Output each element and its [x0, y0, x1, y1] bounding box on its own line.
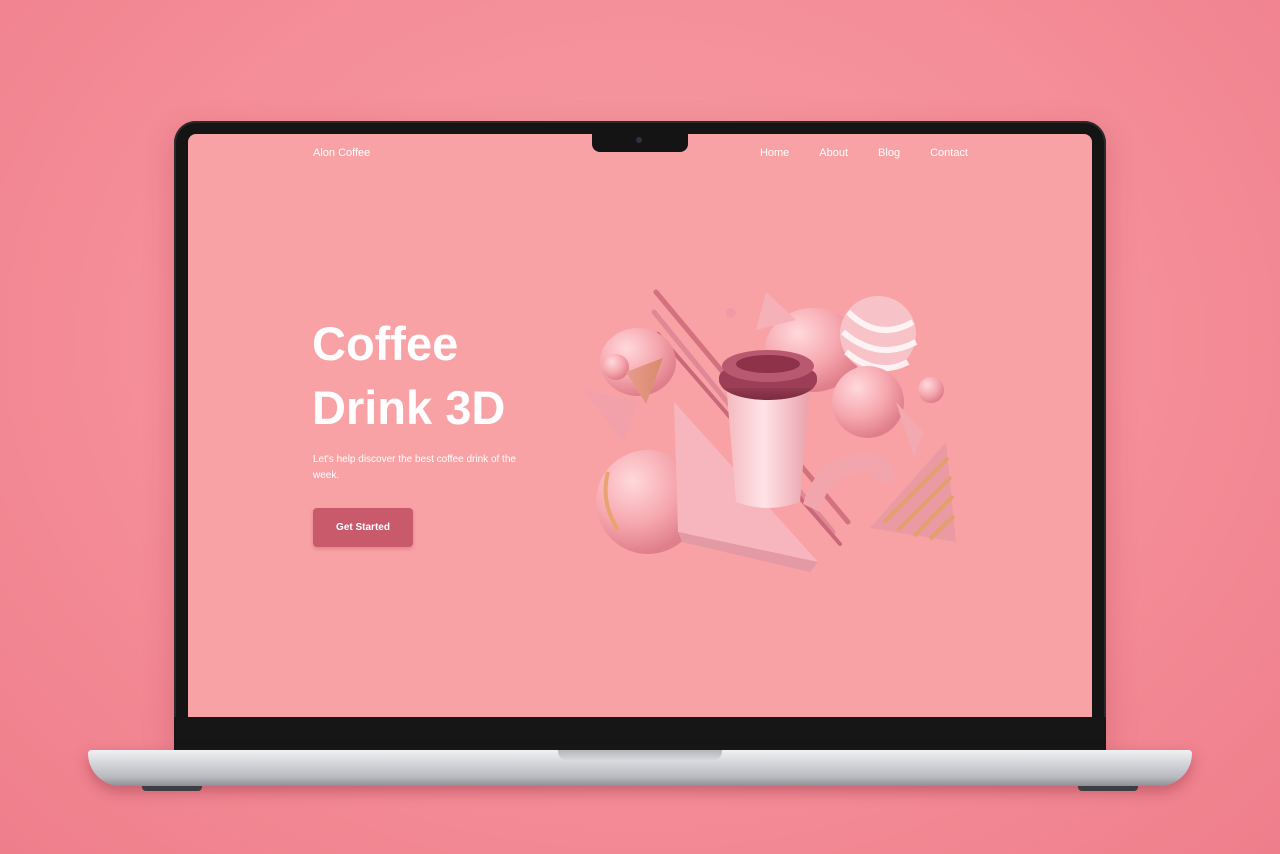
laptop-notch [592, 134, 688, 152]
hero-title: Coffee Drink 3D [312, 312, 572, 440]
site-brand[interactable]: Alon Coffee [313, 147, 370, 159]
nav-home[interactable]: Home [760, 147, 789, 159]
nav-blog[interactable]: Blog [878, 147, 900, 159]
hero-title-line2: Drink 3D [312, 381, 506, 434]
coffee-cup-3d-illustration [583, 289, 956, 572]
laptop-chin [174, 717, 1106, 751]
hero-subtitle: Let's help discover the best coffee drin… [313, 454, 516, 481]
laptop-base [88, 750, 1192, 786]
laptop-base-groove [558, 750, 722, 761]
nav-contact[interactable]: Contact [930, 147, 968, 159]
hero-title-line1: Coffee [312, 317, 459, 370]
camera-icon [636, 137, 642, 143]
nav-about[interactable]: About [819, 147, 848, 159]
laptop-foot-right [1078, 786, 1138, 791]
laptop-foot-left [142, 786, 202, 791]
main-nav: Home About Blog Contact [760, 147, 968, 159]
get-started-button[interactable]: Get Started [313, 508, 413, 547]
laptop-screen: Alon Coffee Home About Blog Contact Coff… [188, 134, 1092, 717]
